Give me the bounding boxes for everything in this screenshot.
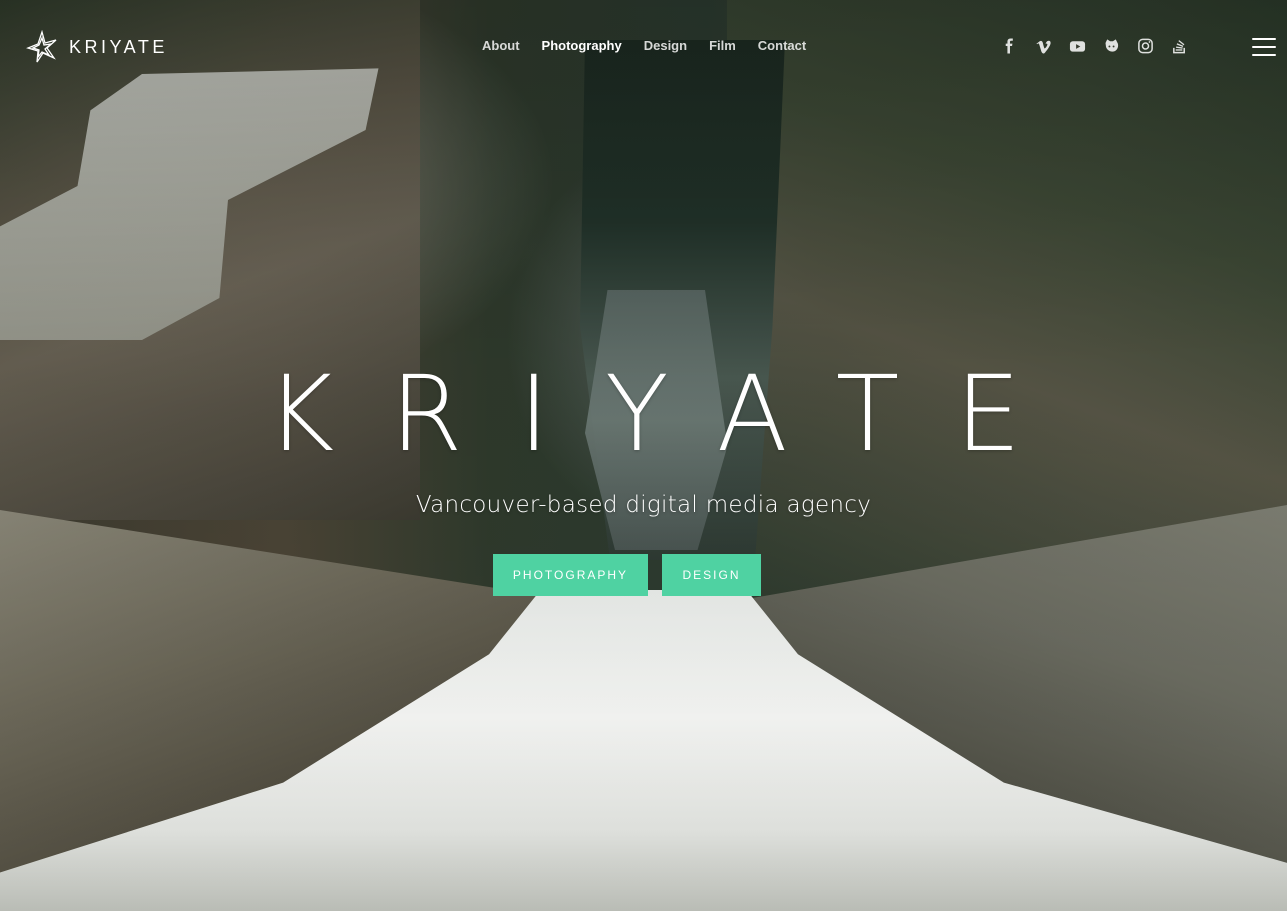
instagram-icon[interactable] — [1137, 37, 1154, 55]
hero-tagline: Vancouver-based digital media agency — [415, 492, 872, 518]
nav-item-film[interactable]: Film — [709, 38, 736, 53]
nav-item-design[interactable]: Design — [644, 38, 687, 53]
stack-overflow-icon[interactable] — [1171, 37, 1188, 55]
hero-title: KRIYATE — [266, 353, 1077, 475]
main-nav: About Photography Design Film Contact — [482, 38, 806, 53]
design-button[interactable]: DESIGN — [662, 554, 761, 596]
social-links — [1001, 37, 1188, 55]
github-icon[interactable] — [1103, 37, 1120, 55]
nav-item-contact[interactable]: Contact — [758, 38, 806, 53]
hamburger-menu-icon — [1252, 38, 1276, 40]
logo-wordmark: KRIYATE — [69, 36, 168, 57]
facebook-icon[interactable] — [1001, 37, 1018, 55]
vimeo-icon[interactable] — [1035, 37, 1052, 55]
star-burst-logo-icon — [26, 30, 57, 63]
nav-item-about[interactable]: About — [482, 38, 520, 53]
photography-button[interactable]: PHOTOGRAPHY — [493, 554, 648, 596]
site-header: KRIYATE About Photography Design Film Co… — [0, 0, 1287, 92]
hamburger-menu-button[interactable] — [1252, 38, 1276, 56]
hero-cta-group: PHOTOGRAPHY DESIGN — [493, 554, 761, 596]
site-logo[interactable]: KRIYATE — [25, 30, 168, 64]
nav-item-photography[interactable]: Photography — [542, 38, 622, 53]
youtube-icon[interactable] — [1069, 37, 1086, 55]
